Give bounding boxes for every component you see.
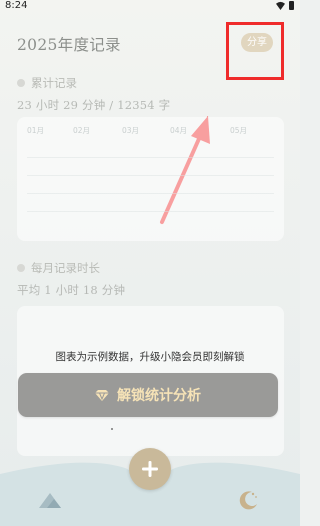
page-title: 2025年度记录: [17, 36, 121, 54]
wifi-icon: [276, 1, 285, 10]
month-label: 05月: [230, 126, 248, 135]
monthly-dot: [17, 264, 25, 272]
unlock-label: 解锁统计分析: [117, 388, 201, 404]
cumulative-value: 23 小时 29 分钟 / 12354 字: [17, 98, 171, 112]
month-label: 01月: [27, 126, 45, 135]
status-time: 8:24: [5, 0, 28, 11]
status-bar: 8:24: [0, 0, 300, 14]
month-label: 02月: [73, 126, 91, 135]
locked-note: 图表为示例数据，升级小隐会员即刻解锁: [55, 351, 245, 363]
monthly-value: 平均 1 小时 18 分钟: [17, 283, 126, 297]
battery-icon: [289, 1, 294, 10]
cumulative-dot: [17, 79, 25, 87]
unlock-button[interactable]: 解锁统计分析: [18, 373, 278, 417]
cumulative-chart: 01月 02月 03月 04月 05月: [17, 117, 284, 241]
dot: [111, 428, 113, 430]
diamond-icon: [95, 390, 109, 401]
month-label: 03月: [122, 126, 140, 135]
month-label: 04月: [170, 126, 188, 135]
screen: 8:24 2025年度记录 分享 累计记录 23 小时 29 分钟 / 1235…: [0, 0, 300, 526]
monthly-label: 每月记录时长: [31, 261, 100, 275]
highlight-box: [226, 22, 284, 80]
add-button[interactable]: [129, 448, 171, 490]
status-icons: [276, 1, 294, 10]
chart-grid: [27, 157, 274, 227]
plus-icon: [142, 461, 158, 477]
moon-icon[interactable]: [239, 490, 259, 510]
cumulative-label: 累计记录: [31, 76, 77, 90]
mountain-icon[interactable]: [39, 492, 61, 508]
